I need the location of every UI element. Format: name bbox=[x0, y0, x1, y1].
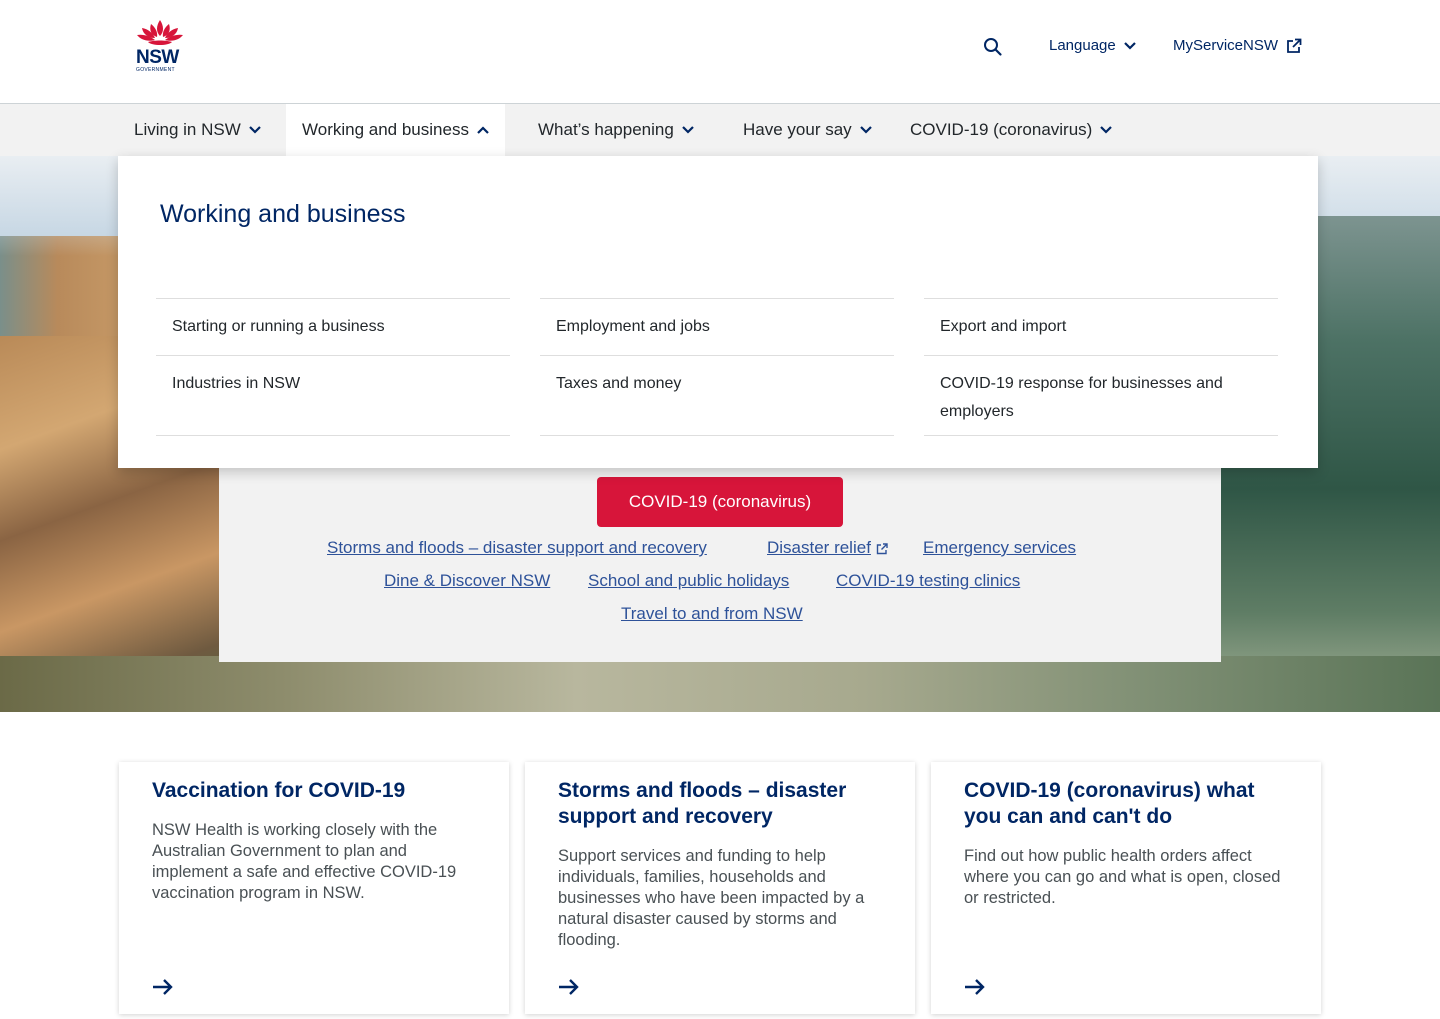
nav-item-living-in-nsw[interactable]: Living in NSW bbox=[118, 104, 277, 156]
nav-item-label: Working and business bbox=[302, 120, 469, 139]
menu-column-1: Starting or running a business Industrie… bbox=[156, 298, 510, 436]
nav-item-label: COVID-19 (coronavirus) bbox=[910, 120, 1093, 139]
nav-item-label: Living in NSW bbox=[134, 120, 241, 139]
myservicensw-label: MyServiceNSW bbox=[1173, 37, 1279, 54]
nav-item-label: Have your say bbox=[743, 120, 852, 139]
search-button[interactable] bbox=[983, 37, 1003, 57]
card-covid-rules[interactable]: COVID-19 (coronavirus) what you can and … bbox=[931, 762, 1321, 1014]
external-link-icon bbox=[876, 542, 888, 554]
menu-column-2: Employment and jobs Taxes and money bbox=[540, 298, 894, 436]
chevron-up-icon bbox=[477, 126, 489, 134]
link-school-holidays[interactable]: School and public holidays bbox=[588, 571, 789, 591]
card-description: Support services and funding to help ind… bbox=[558, 847, 865, 949]
chevron-down-icon bbox=[248, 126, 261, 134]
link-testing-clinics[interactable]: COVID-19 testing clinics bbox=[836, 571, 1020, 591]
menu-link-industries[interactable]: Industries in NSW bbox=[156, 356, 510, 436]
arrow-right-icon bbox=[559, 979, 579, 995]
card-storms-and-floods[interactable]: Storms and floods – disaster support and… bbox=[525, 762, 915, 1014]
menu-link-employment[interactable]: Employment and jobs bbox=[540, 299, 894, 356]
search-icon bbox=[984, 38, 1002, 56]
nsw-government-logo[interactable]: NSW GOVERNMENT bbox=[134, 18, 188, 76]
language-label: Language bbox=[1049, 37, 1116, 54]
logo-subtext: GOVERNMENT bbox=[136, 67, 175, 73]
card-title: Storms and floods – disaster support and… bbox=[558, 779, 847, 828]
menu-link-covid-response[interactable]: COVID-19 response for businesses and emp… bbox=[924, 356, 1278, 436]
waratah-icon bbox=[137, 20, 183, 45]
menu-link-export-import[interactable]: Export and import bbox=[924, 299, 1278, 356]
link-storms-and-floods[interactable]: Storms and floods – disaster support and… bbox=[327, 538, 707, 558]
language-selector[interactable]: Language bbox=[1049, 37, 1136, 54]
link-label: Disaster relief bbox=[767, 538, 871, 557]
arrow-right-icon bbox=[153, 979, 173, 995]
covid-19-button[interactable]: COVID-19 (coronavirus) bbox=[597, 477, 843, 527]
arrow-right-icon bbox=[965, 979, 985, 995]
link-emergency-services[interactable]: Emergency services bbox=[923, 538, 1076, 558]
link-travel[interactable]: Travel to and from NSW bbox=[621, 604, 803, 624]
site-header: NSW GOVERNMENT Language MyServiceNSW bbox=[0, 0, 1440, 104]
menu-link-starting-business[interactable]: Starting or running a business bbox=[156, 299, 510, 356]
chevron-down-icon bbox=[859, 126, 872, 134]
card-vaccination[interactable]: Vaccination for COVID-19 NSW Health is w… bbox=[119, 762, 509, 1014]
external-link-icon bbox=[1287, 38, 1302, 53]
nav-item-label: What’s happening bbox=[538, 120, 674, 139]
link-dine-and-discover[interactable]: Dine & Discover NSW bbox=[384, 571, 550, 591]
card-description: Find out how public health orders affect… bbox=[964, 847, 1281, 907]
nav-item-working-and-business[interactable]: Working and business bbox=[286, 104, 505, 156]
chevron-down-icon bbox=[1123, 41, 1136, 50]
card-description: NSW Health is working closely with the A… bbox=[152, 821, 457, 902]
chevron-down-icon bbox=[1100, 126, 1113, 134]
myservicensw-link[interactable]: MyServiceNSW bbox=[1173, 37, 1302, 54]
nav-item-whats-happening[interactable]: What’s happening bbox=[522, 104, 710, 156]
menu-link-taxes[interactable]: Taxes and money bbox=[540, 356, 894, 436]
menu-column-3: Export and import COVID-19 response for … bbox=[924, 298, 1278, 436]
menu-title[interactable]: Working and business bbox=[160, 200, 406, 229]
chevron-down-icon bbox=[682, 126, 694, 134]
main-navigation: Living in NSW Working and business What’… bbox=[0, 104, 1440, 156]
nav-item-have-your-say[interactable]: Have your say bbox=[727, 104, 888, 156]
card-title: COVID-19 (coronavirus) what you can and … bbox=[964, 779, 1255, 828]
working-and-business-menu: Working and business Starting or running… bbox=[118, 156, 1318, 468]
logo-wordmark: NSW bbox=[136, 47, 179, 68]
hero-forest-bottom bbox=[0, 656, 1440, 712]
nav-item-covid-19[interactable]: COVID-19 (coronavirus) bbox=[894, 104, 1128, 156]
link-disaster-relief[interactable]: Disaster relief bbox=[767, 538, 888, 558]
card-title: Vaccination for COVID-19 bbox=[152, 779, 406, 802]
